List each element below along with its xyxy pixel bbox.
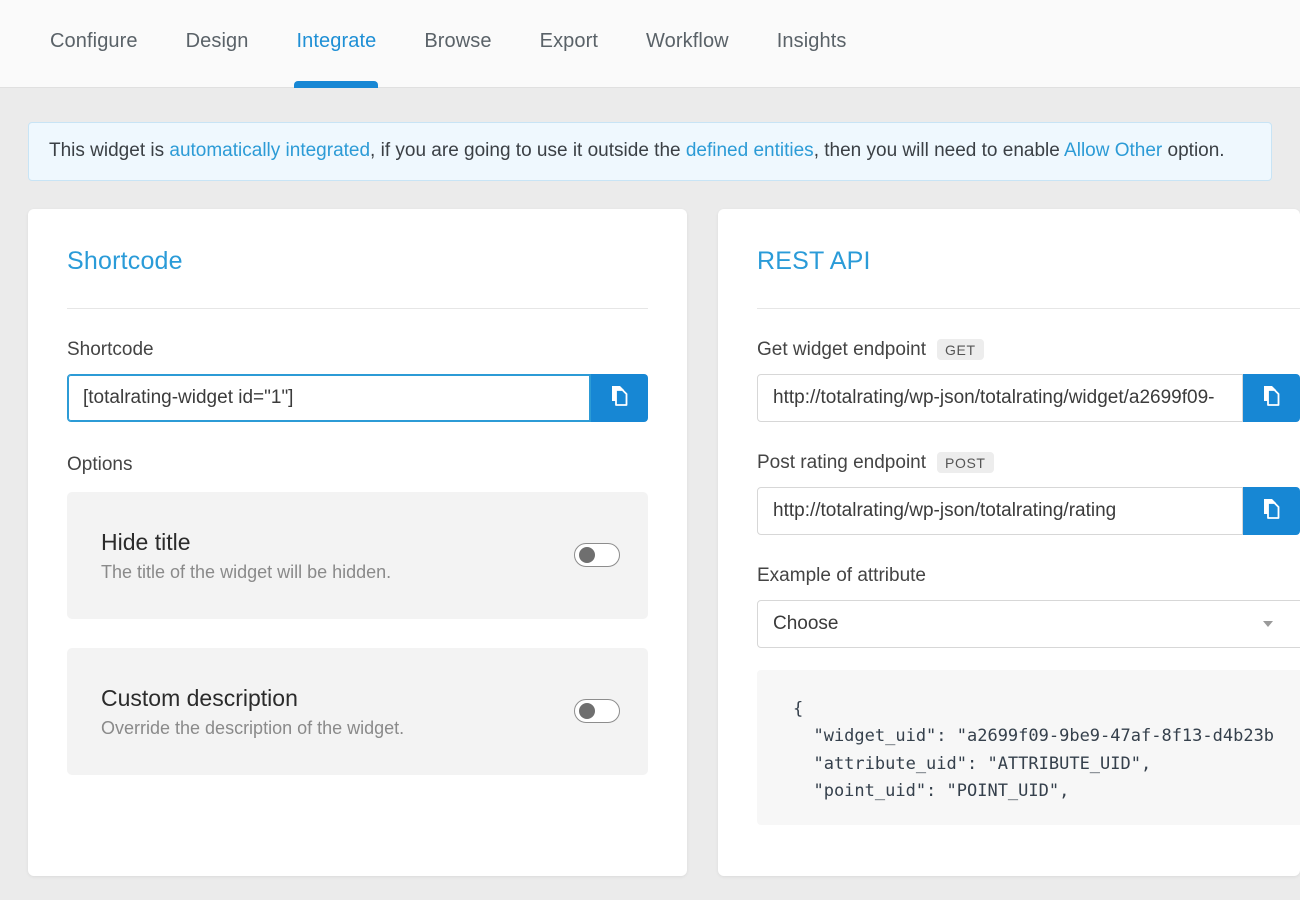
tab-label: Configure — [50, 30, 138, 52]
link-defined-entities[interactable]: defined entities — [686, 140, 814, 161]
option-hide-title-text: Hide title The title of the widget will … — [101, 528, 391, 583]
tab-label: Integrate — [296, 30, 377, 52]
shortcode-field-label: Shortcode — [67, 339, 648, 361]
tab-label: Workflow — [646, 30, 729, 52]
post-method-badge: POST — [937, 452, 994, 474]
shortcode-panel: Shortcode Shortcode [totalrating-widget … — [28, 208, 687, 876]
integration-notice-banner: This widget is automatically integrated,… — [28, 122, 1272, 181]
toggle-knob — [579, 703, 595, 720]
banner-text-part-3: , then you will need to enable — [813, 140, 1065, 161]
banner-text-part-2: , if you are going to use it outside the — [370, 140, 686, 161]
get-endpoint-label: Get widget endpoint GET — [757, 339, 1300, 361]
post-endpoint-label-text: Post rating endpoint — [757, 451, 927, 473]
rest-api-panel: REST API Get widget endpoint GET http://… — [718, 208, 1300, 876]
option-title: Hide title — [101, 528, 191, 555]
attribute-example-select[interactable]: Choose — [757, 599, 1300, 648]
option-description: The title of the widget will be hidden. — [101, 561, 392, 582]
copy-icon — [1261, 384, 1283, 411]
shortcode-panel-divider — [67, 307, 648, 309]
tab-insights[interactable]: Insights — [753, 0, 871, 88]
tab-design[interactable]: Design — [162, 0, 273, 88]
post-endpoint-input[interactable]: http://totalrating/wp-json/totalrating/r… — [757, 486, 1243, 535]
main-tab-bar: Configure Design Integrate Browse Export… — [0, 0, 1300, 88]
custom-description-toggle[interactable] — [574, 699, 620, 724]
active-tab-indicator — [294, 81, 379, 88]
option-description: Override the description of the widget. — [101, 717, 405, 738]
get-endpoint-input[interactable]: http://totalrating/wp-json/totalrating/w… — [757, 373, 1243, 422]
hide-title-toggle[interactable] — [574, 543, 620, 568]
rest-api-panel-title: REST API — [757, 246, 871, 275]
banner-text-part-4: option. — [1162, 140, 1225, 161]
get-method-badge: GET — [937, 339, 984, 361]
options-label: Options — [67, 453, 133, 475]
toggle-knob — [579, 547, 595, 564]
tab-integrate[interactable]: Integrate — [272, 0, 400, 88]
tab-export[interactable]: Export — [516, 0, 622, 88]
get-endpoint-row: http://totalrating/wp-json/totalrating/w… — [757, 373, 1300, 422]
option-hide-title: Hide title The title of the widget will … — [67, 491, 648, 619]
attribute-example-code-block: { "widget_uid": "a2699f09-9be9-47af-8f13… — [757, 669, 1300, 825]
copy-icon — [1261, 497, 1283, 524]
copy-shortcode-button[interactable] — [591, 373, 648, 422]
banner-text-part-1: This widget is — [49, 140, 170, 161]
link-automatically-integrated[interactable]: automatically integrated — [169, 140, 370, 161]
tab-label: Browse — [424, 30, 492, 52]
shortcode-input-row: [totalrating-widget id="1"] — [67, 373, 648, 422]
tab-label: Design — [185, 30, 249, 52]
tab-label: Export — [539, 30, 599, 52]
attribute-example-selected-value: Choose — [773, 612, 839, 634]
option-custom-description: Custom description Override the descript… — [67, 647, 648, 775]
chevron-down-icon — [1263, 620, 1273, 627]
tab-browse[interactable]: Browse — [400, 0, 515, 88]
copy-icon — [609, 384, 631, 411]
shortcode-input[interactable]: [totalrating-widget id="1"] — [67, 373, 591, 422]
copy-post-endpoint-button[interactable] — [1243, 486, 1300, 535]
tab-label: Insights — [776, 30, 847, 52]
get-endpoint-label-text: Get widget endpoint — [757, 338, 927, 360]
panels-container: Shortcode Shortcode [totalrating-widget … — [0, 208, 1300, 876]
rest-api-panel-divider — [757, 307, 1300, 309]
option-title: Custom description — [101, 684, 298, 711]
post-endpoint-row: http://totalrating/wp-json/totalrating/r… — [757, 486, 1300, 535]
tab-workflow[interactable]: Workflow — [622, 0, 753, 88]
copy-get-endpoint-button[interactable] — [1243, 373, 1300, 422]
shortcode-panel-title: Shortcode — [67, 246, 183, 275]
post-endpoint-label: Post rating endpoint POST — [757, 452, 1300, 474]
attribute-example-label-text: Example of attribute — [757, 564, 926, 586]
option-custom-description-text: Custom description Override the descript… — [101, 684, 404, 739]
attribute-example-label: Example of attribute — [757, 565, 1300, 587]
shortcode-field-label-text: Shortcode — [67, 338, 154, 360]
link-allow-other[interactable]: Allow Other — [1064, 140, 1162, 161]
tab-configure[interactable]: Configure — [26, 0, 162, 88]
